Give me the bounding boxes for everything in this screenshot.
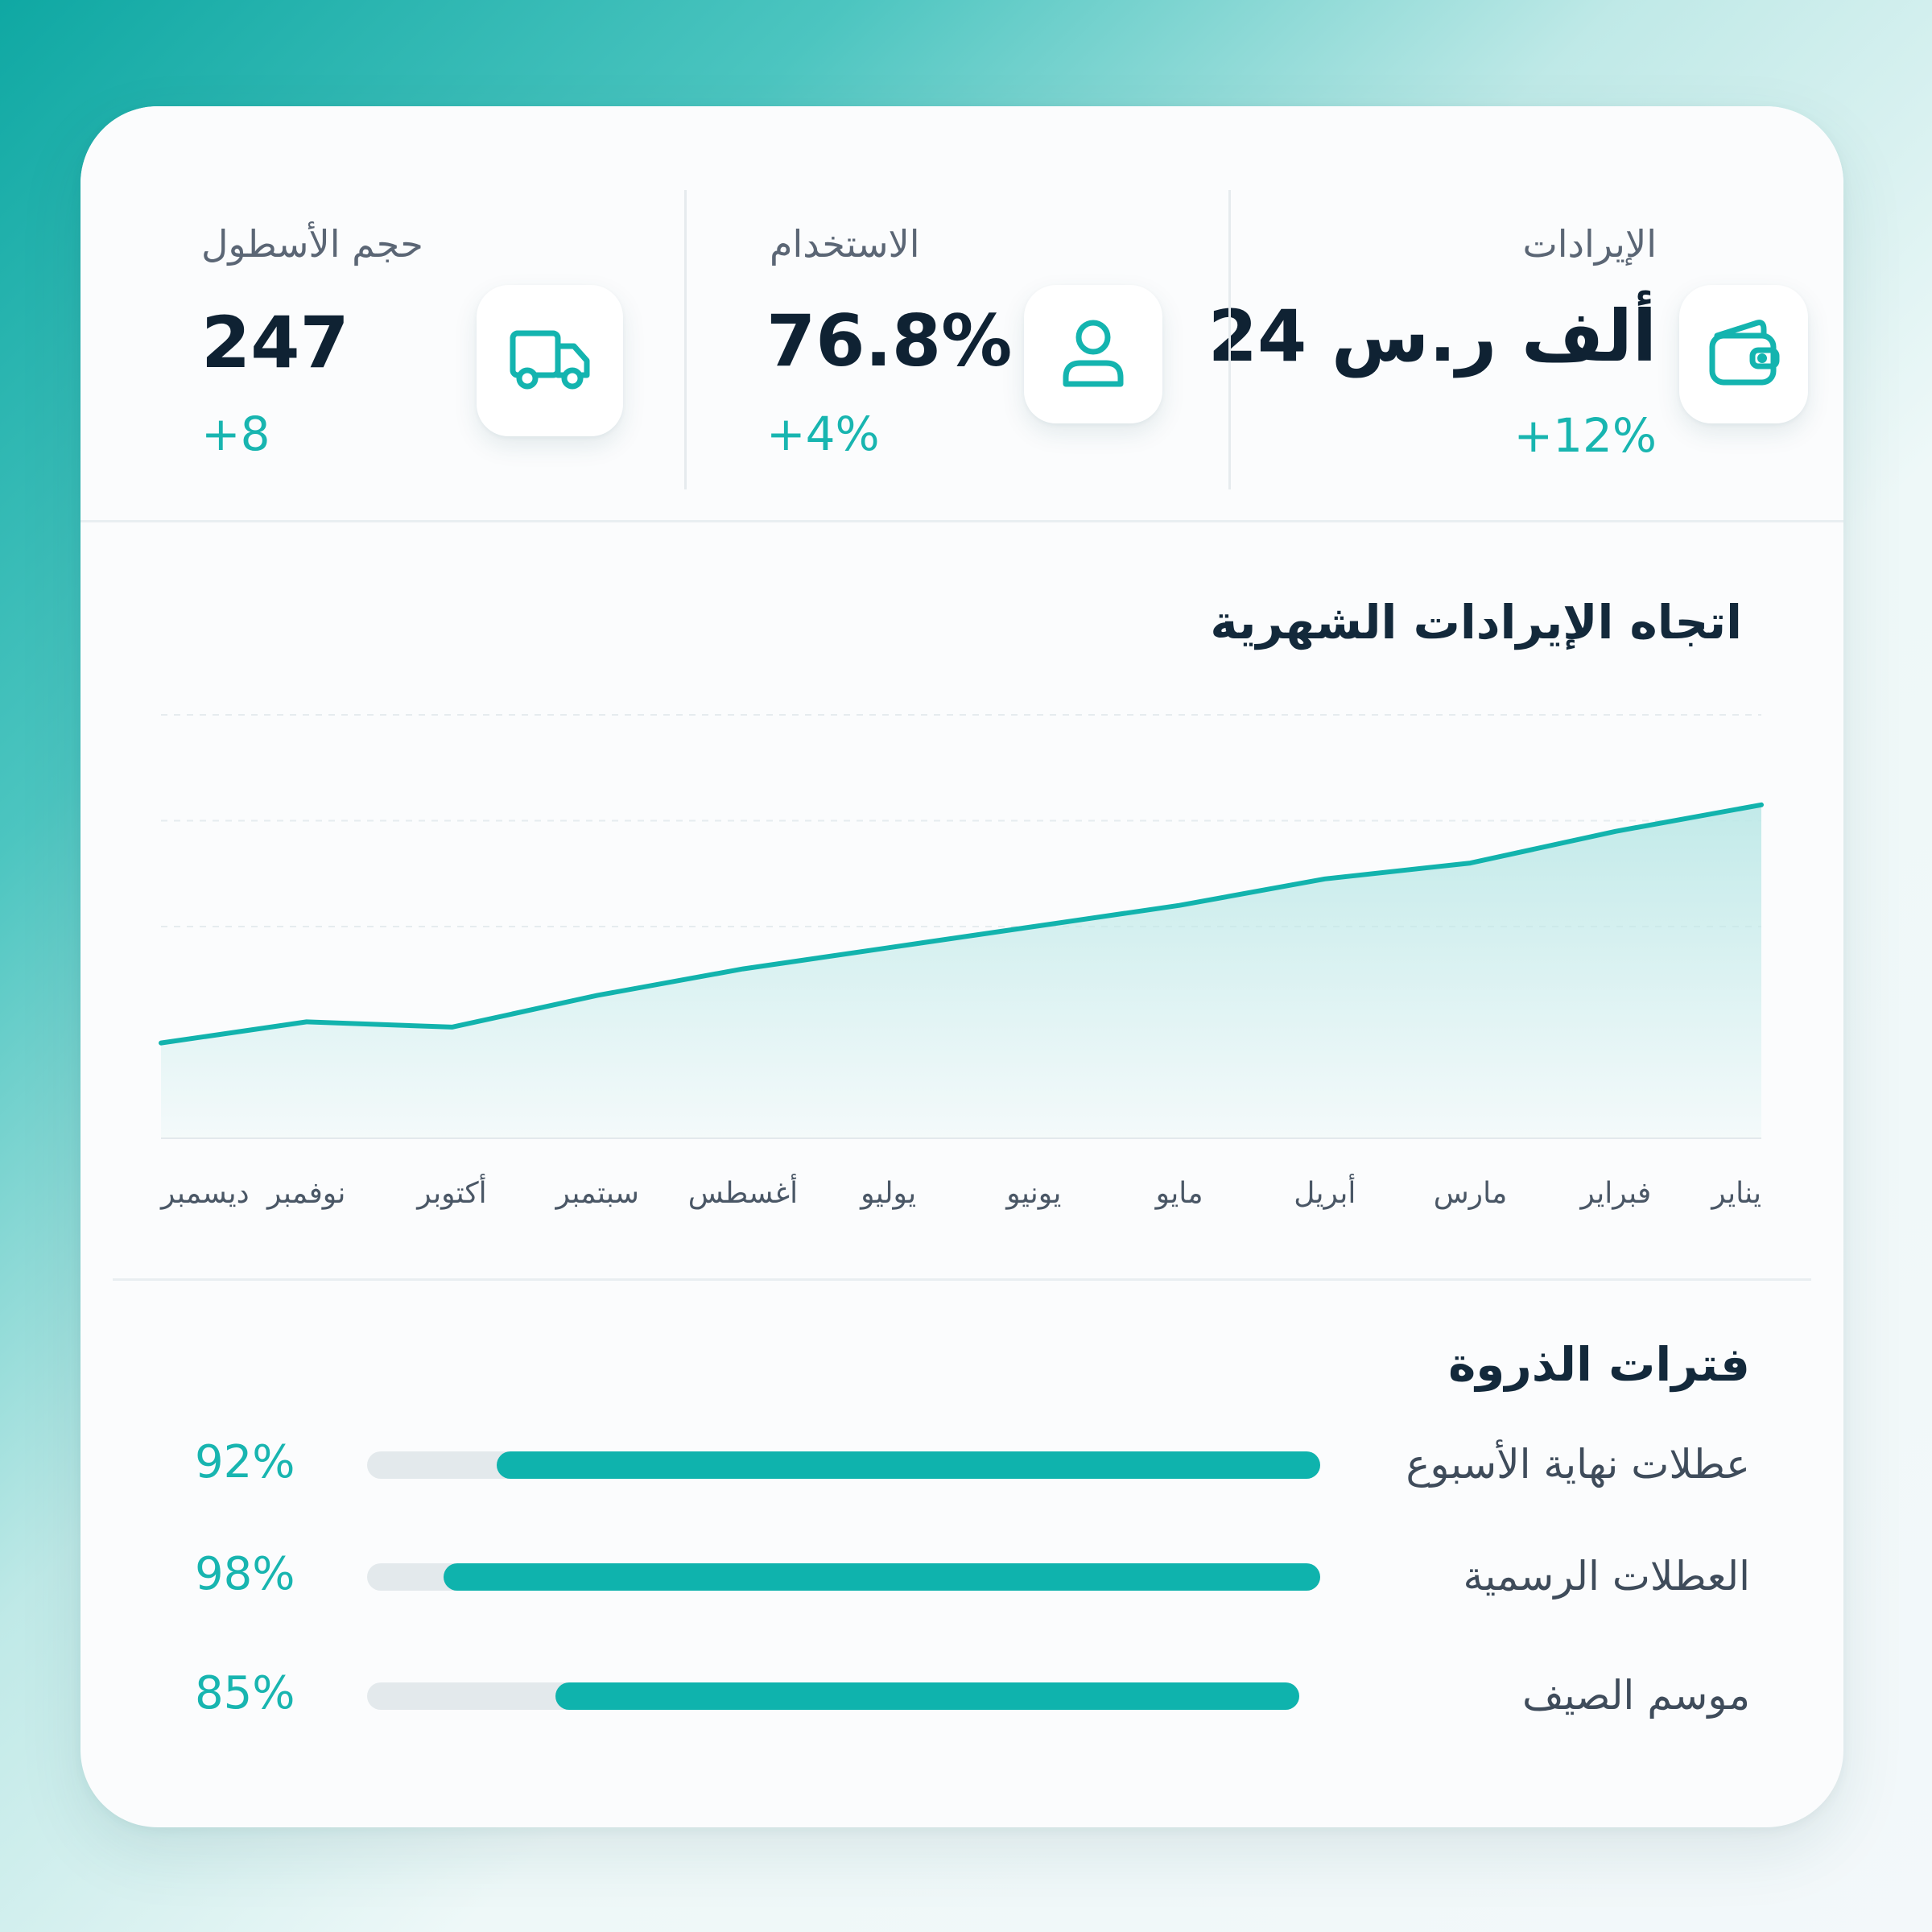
peak-percent-summer: 85% xyxy=(195,1667,295,1719)
x-tick-label: أكتوبر xyxy=(415,1174,486,1210)
x-tick-label: أغسطس xyxy=(688,1174,798,1210)
x-tick-label: يونيو xyxy=(1005,1177,1061,1210)
section-divider xyxy=(113,1278,1811,1281)
x-tick-label: سبتمبر xyxy=(554,1177,638,1210)
peak-label-public-holidays: العطلات الرسمية xyxy=(1463,1553,1750,1600)
peak-bar-weekends xyxy=(497,1451,1320,1479)
x-tick-label: يناير xyxy=(1710,1177,1761,1210)
peak-label-weekends: عطلات نهاية الأسبوع xyxy=(1406,1441,1750,1488)
peak-label-summer: موسم الصيف xyxy=(1521,1672,1750,1719)
x-tick-label: مايو xyxy=(1154,1177,1203,1210)
peak-bar-public-holidays xyxy=(443,1563,1320,1591)
x-tick-label: ديسمبر xyxy=(159,1177,250,1210)
x-tick-label: يوليو xyxy=(859,1177,916,1210)
x-tick-label: مارس xyxy=(1434,1177,1508,1210)
x-tick-label: نوفمبر xyxy=(266,1177,345,1210)
revenue-chart: يناير فبراير مارس أبريل مايو يونيو يوليو أغسطس س… xyxy=(159,714,1764,1210)
dashboard-card: الإيرادات 24 ألف ر.س +12% الاستخدام 76.8… xyxy=(80,106,1843,1827)
peak-percent-public-holidays: 98% xyxy=(195,1548,295,1600)
x-tick-label: فبراير xyxy=(1579,1177,1651,1210)
peak-percent-weekends: 92% xyxy=(195,1436,295,1488)
revenue-area xyxy=(161,804,1761,1138)
peaks-title: فترات الذروة xyxy=(1448,1337,1750,1392)
x-tick-label: أبريل xyxy=(1294,1174,1356,1210)
peak-bar-summer xyxy=(555,1682,1299,1710)
